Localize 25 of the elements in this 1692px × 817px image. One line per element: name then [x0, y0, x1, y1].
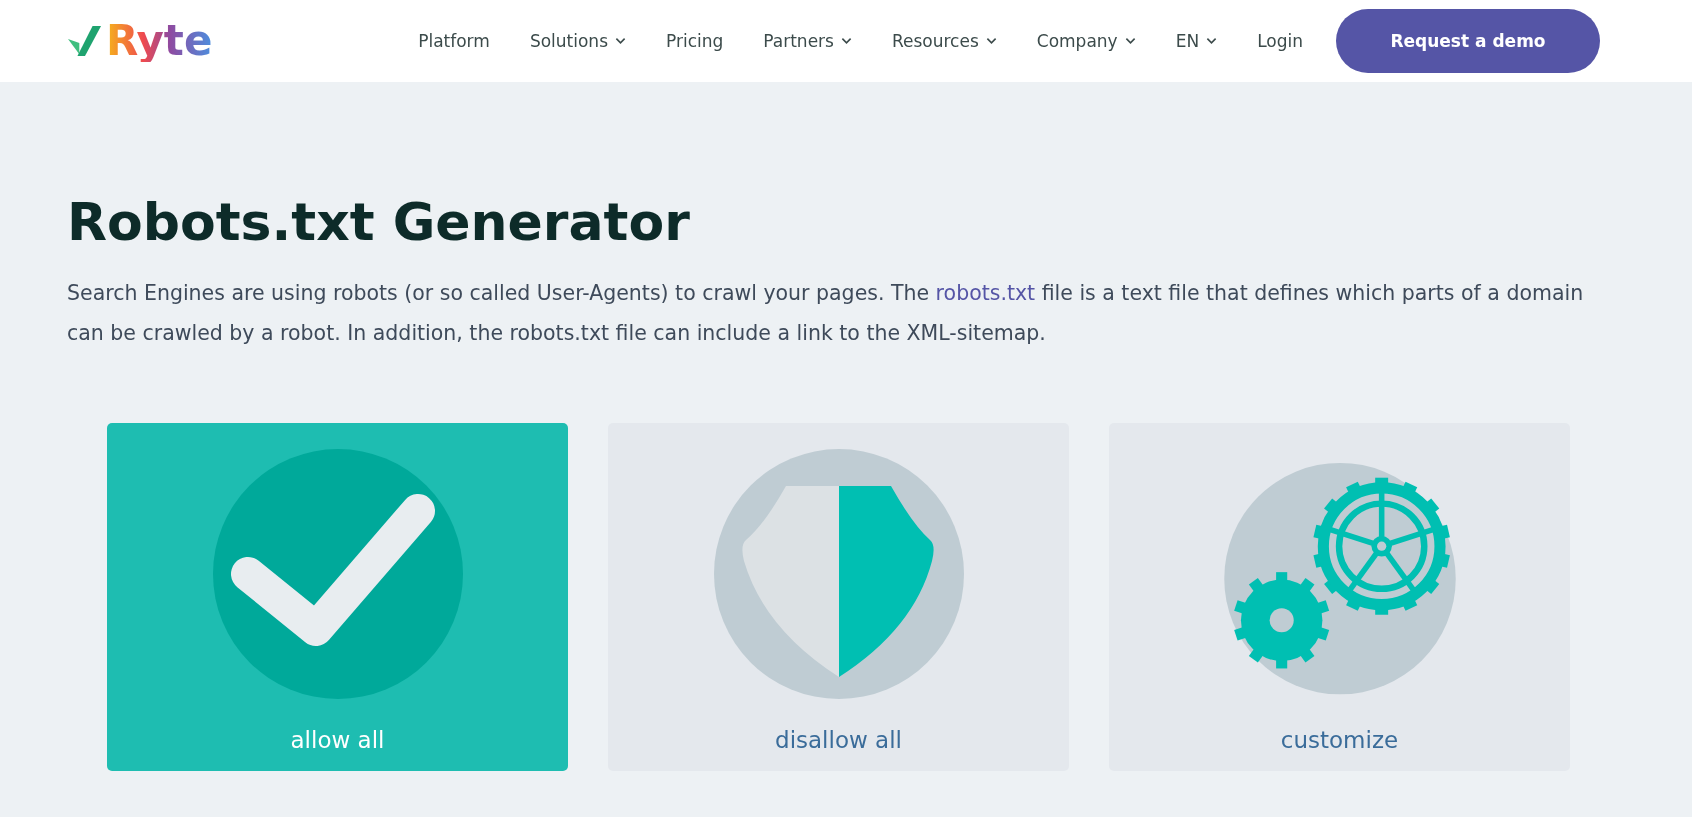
nav-link[interactable]: Solutions: [529, 31, 626, 51]
nav-link[interactable]: Login: [1257, 31, 1303, 51]
page-title: Robots.txt Generator: [67, 194, 691, 252]
chevron-down-icon: [615, 37, 626, 45]
nav-link[interactable]: Company: [1036, 31, 1136, 51]
nav-link[interactable]: EN: [1175, 31, 1218, 51]
shield-icon: [713, 449, 964, 700]
chevron-down-icon: [1124, 37, 1136, 45]
chevron-down-icon: [985, 37, 997, 45]
nav-link[interactable]: Platform: [418, 31, 490, 51]
robots-txt-link[interactable]: robots.txt: [935, 281, 1036, 306]
option-label: allow all: [290, 727, 385, 754]
request-demo-button[interactable]: Request a demo: [1336, 9, 1600, 73]
intro-paragraph: Search Engines are using robots (or so called User-Agents) to crawl your pages. The robots.txt file is a text file that defines which parts of a domain can be crawled by a robot. In addition, the robots.txt file can include a link to the XML-sitemap.: [67, 280, 1585, 348]
checkmark-icon: [212, 449, 463, 700]
option-card[interactable]: customize: [1109, 423, 1570, 772]
chevron-down-icon: [1206, 37, 1218, 45]
nav-link[interactable]: Pricing: [666, 31, 724, 51]
nav-link[interactable]: Partners: [763, 31, 852, 51]
chevron-down-icon: [840, 37, 852, 45]
option-card[interactable]: disallow all: [608, 423, 1069, 772]
checkmark-logo-icon: [66, 24, 104, 58]
option-label: disallow all: [775, 727, 902, 754]
option-label: customize: [1280, 727, 1399, 754]
nav-link[interactable]: Resources: [891, 31, 997, 51]
